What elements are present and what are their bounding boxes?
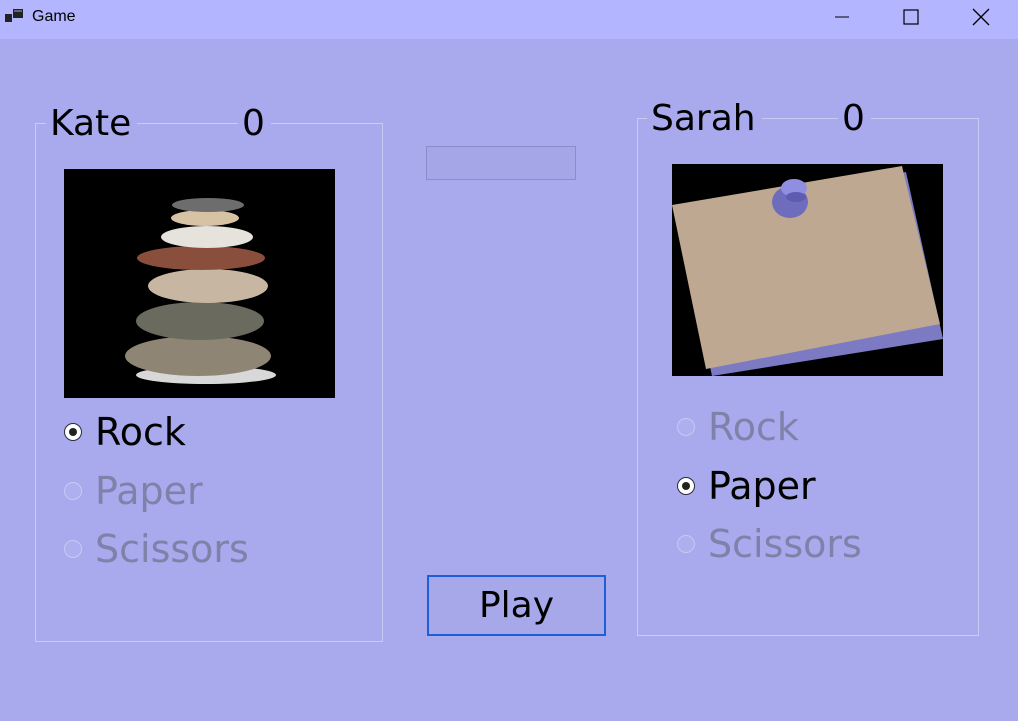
- title-bar: Game: [0, 0, 1018, 39]
- option-label: Scissors: [708, 522, 862, 566]
- player2-option-scissors[interactable]: Scissors: [677, 524, 897, 568]
- option-label: Rock: [708, 405, 799, 449]
- option-label: Scissors: [95, 527, 249, 571]
- maximize-icon: [903, 8, 919, 25]
- option-label: Paper: [95, 469, 203, 513]
- rock-stack-image: [64, 169, 335, 398]
- player1-name: Kate: [46, 102, 138, 146]
- player1-option-rock[interactable]: Rock: [64, 412, 264, 456]
- radio-button[interactable]: [677, 418, 695, 436]
- play-button[interactable]: Play: [427, 575, 606, 636]
- close-icon: [972, 8, 990, 25]
- maximize-button[interactable]: [888, 0, 934, 33]
- option-label: Rock: [95, 410, 186, 454]
- player1-groupbox: Kate 0 Rock Paper Scissors: [35, 102, 383, 642]
- player1-score: 0: [238, 102, 271, 146]
- window-title: Game: [32, 8, 76, 25]
- player2-groupbox: Sarah 0 Rock Paper Scissors: [637, 97, 979, 636]
- player1-option-paper[interactable]: Paper: [64, 471, 264, 515]
- close-button[interactable]: [958, 0, 1004, 33]
- minimize-button[interactable]: [819, 0, 865, 33]
- minimize-icon: [835, 16, 849, 17]
- option-label: Paper: [708, 464, 816, 508]
- player2-option-rock[interactable]: Rock: [677, 407, 877, 451]
- radio-button[interactable]: [64, 423, 82, 441]
- result-textbox: [426, 146, 576, 180]
- player2-option-paper[interactable]: Paper: [677, 466, 877, 510]
- radio-button[interactable]: [677, 535, 695, 553]
- player2-name: Sarah: [647, 97, 762, 141]
- radio-button[interactable]: [64, 540, 82, 558]
- app-icon: [5, 8, 25, 24]
- radio-button[interactable]: [64, 482, 82, 500]
- player2-score: 0: [838, 97, 871, 141]
- radio-button[interactable]: [677, 477, 695, 495]
- player1-option-scissors[interactable]: Scissors: [64, 529, 284, 573]
- pinned-paper-image: [672, 164, 943, 376]
